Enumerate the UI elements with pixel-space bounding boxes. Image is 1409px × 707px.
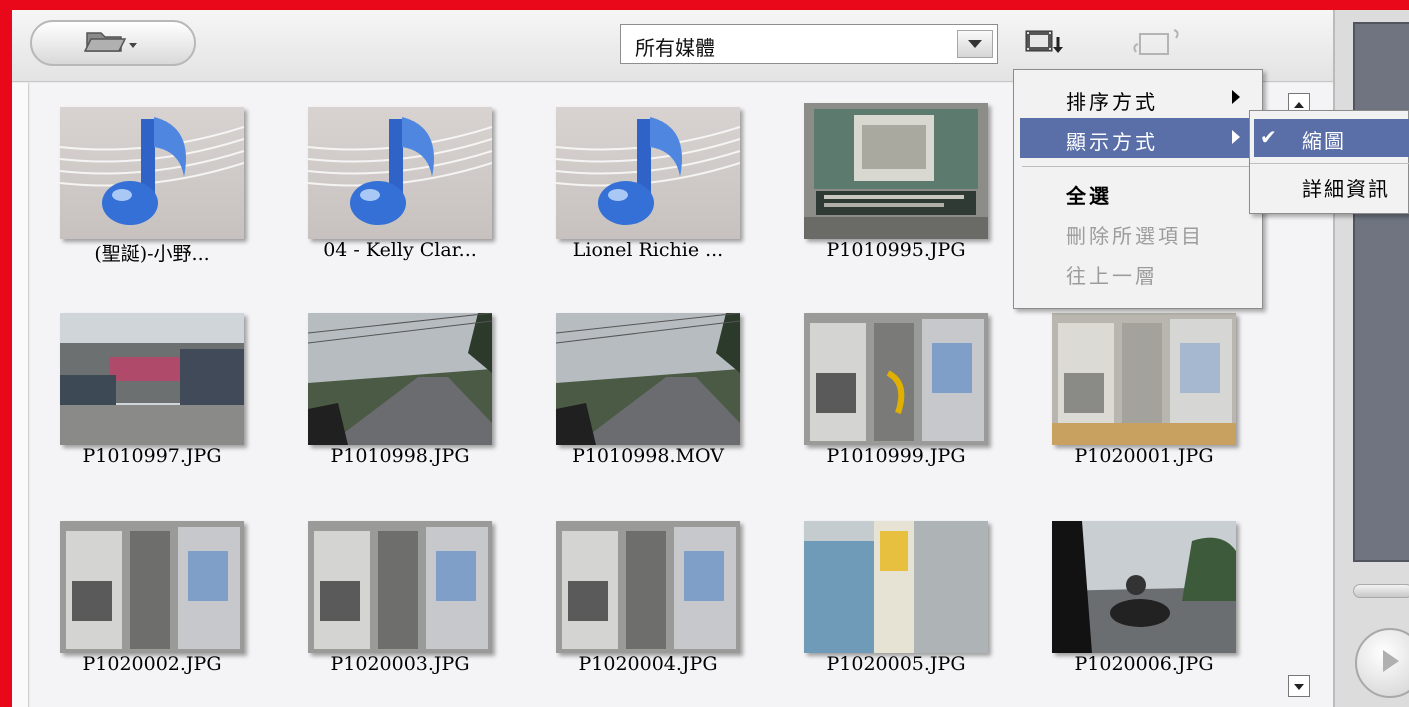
menu-item-select-all[interactable]: 全選 <box>1020 172 1256 212</box>
play-icon <box>1379 648 1401 678</box>
photo-thumbnail <box>804 313 988 445</box>
photo-thumbnail <box>804 521 988 653</box>
media-tile[interactable]: P1010995.JPG <box>804 93 988 289</box>
photo-thumbnail <box>1052 521 1236 653</box>
menu-item-sort-by[interactable]: 排序方式 <box>1020 78 1256 118</box>
checkmark-icon: ✔ <box>1260 125 1277 149</box>
media-tile[interactable]: (聖誕)-小野... <box>60 93 244 289</box>
repeat-button[interactable] <box>1124 24 1188 64</box>
photo-thumbnail <box>60 521 244 653</box>
folder-tree-panel <box>12 83 29 707</box>
repeat-filmstrip-icon <box>1124 24 1188 64</box>
preview-screen <box>1353 22 1409 562</box>
media-caption: P1010998.JPG <box>330 445 470 467</box>
media-caption: (聖誕)-小野... <box>94 243 210 265</box>
menu-item-label: 刪除所選項目 <box>1066 224 1204 248</box>
scroll-down-button[interactable] <box>1288 675 1310 697</box>
media-caption: P1020002.JPG <box>82 653 222 675</box>
submenu-item-thumbnails[interactable]: ✔ 縮圖 <box>1254 119 1409 157</box>
media-caption: P1020006.JPG <box>1074 653 1214 675</box>
photo-thumbnail <box>308 313 492 445</box>
arrow-down-icon <box>1293 677 1305 696</box>
submenu-item-label: 縮圖 <box>1302 129 1346 153</box>
photo-thumbnail <box>556 521 740 653</box>
submenu-arrow-icon <box>1232 130 1240 144</box>
view-mode-submenu: ✔ 縮圖 詳細資訊 <box>1249 110 1409 214</box>
media-caption: Lionel Richie ... <box>572 239 724 261</box>
menu-item-go-up[interactable]: 往上一層 <box>1020 252 1256 292</box>
media-tile[interactable]: Lionel Richie ... <box>556 93 740 289</box>
photo-thumbnail <box>60 313 244 445</box>
media-caption: P1010995.JPG <box>826 239 966 261</box>
media-caption: P1010998.MOV <box>572 445 724 467</box>
photo-thumbnail <box>804 103 988 239</box>
media-caption: P1010997.JPG <box>82 445 222 467</box>
media-type-select[interactable]: 所有媒體 <box>620 24 998 64</box>
open-folder-button[interactable] <box>30 20 196 66</box>
menu-separator <box>1250 163 1409 164</box>
photo-thumbnail <box>308 521 492 653</box>
submenu-item-label: 詳細資訊 <box>1302 177 1390 201</box>
media-tile[interactable]: P1020004.JPG <box>556 507 740 703</box>
media-tile[interactable]: P1020005.JPG <box>804 507 988 703</box>
video-thumbnail <box>556 313 740 445</box>
menu-item-label: 全選 <box>1066 184 1112 208</box>
menu-separator <box>1022 166 1254 167</box>
media-type-dropdown-button[interactable] <box>957 30 993 58</box>
media-tile[interactable]: P1010998.MOV <box>556 299 740 495</box>
chevron-down-icon <box>966 35 984 54</box>
media-caption: P1020003.JPG <box>330 653 470 675</box>
submenu-item-details[interactable]: 詳細資訊 <box>1254 167 1409 205</box>
media-caption: P1020001.JPG <box>1074 445 1214 467</box>
context-menu: 排序方式 顯示方式 全選 刪除所選項目 往上一層 <box>1013 69 1263 309</box>
play-button[interactable] <box>1355 628 1409 698</box>
media-type-value: 所有媒體 <box>635 36 715 60</box>
media-caption: P1020005.JPG <box>826 653 966 675</box>
menu-item-label: 顯示方式 <box>1066 130 1158 154</box>
menu-item-label: 往上一層 <box>1066 264 1158 288</box>
media-caption: P1010999.JPG <box>826 445 966 467</box>
music-note-icon <box>60 107 244 239</box>
sort-options-button[interactable] <box>1024 28 1064 60</box>
playback-slider[interactable] <box>1353 584 1409 598</box>
menu-item-label: 排序方式 <box>1066 90 1158 114</box>
folder-open-icon <box>83 27 143 59</box>
menu-item-delete-selected[interactable]: 刪除所選項目 <box>1020 212 1256 252</box>
media-tile[interactable]: P1020002.JPG <box>60 507 244 703</box>
media-tile[interactable]: P1020003.JPG <box>308 507 492 703</box>
media-tile[interactable]: 04 - Kelly Clar... <box>308 93 492 289</box>
submenu-arrow-icon <box>1232 90 1240 104</box>
menu-item-view-mode[interactable]: 顯示方式 <box>1020 118 1256 158</box>
music-note-icon <box>308 107 492 239</box>
media-tile[interactable]: P1020001.JPG <box>1052 299 1236 495</box>
photo-thumbnail <box>1052 313 1236 445</box>
media-tile[interactable]: P1010999.JPG <box>804 299 988 495</box>
media-caption: P1020004.JPG <box>578 653 718 675</box>
media-tile[interactable]: P1010998.JPG <box>308 299 492 495</box>
sort-filmstrip-icon <box>1024 27 1064 61</box>
music-note-icon <box>556 107 740 239</box>
media-tile[interactable]: P1020006.JPG <box>1052 507 1236 703</box>
media-caption: 04 - Kelly Clar... <box>323 239 477 261</box>
media-tile[interactable]: P1010997.JPG <box>60 299 244 495</box>
